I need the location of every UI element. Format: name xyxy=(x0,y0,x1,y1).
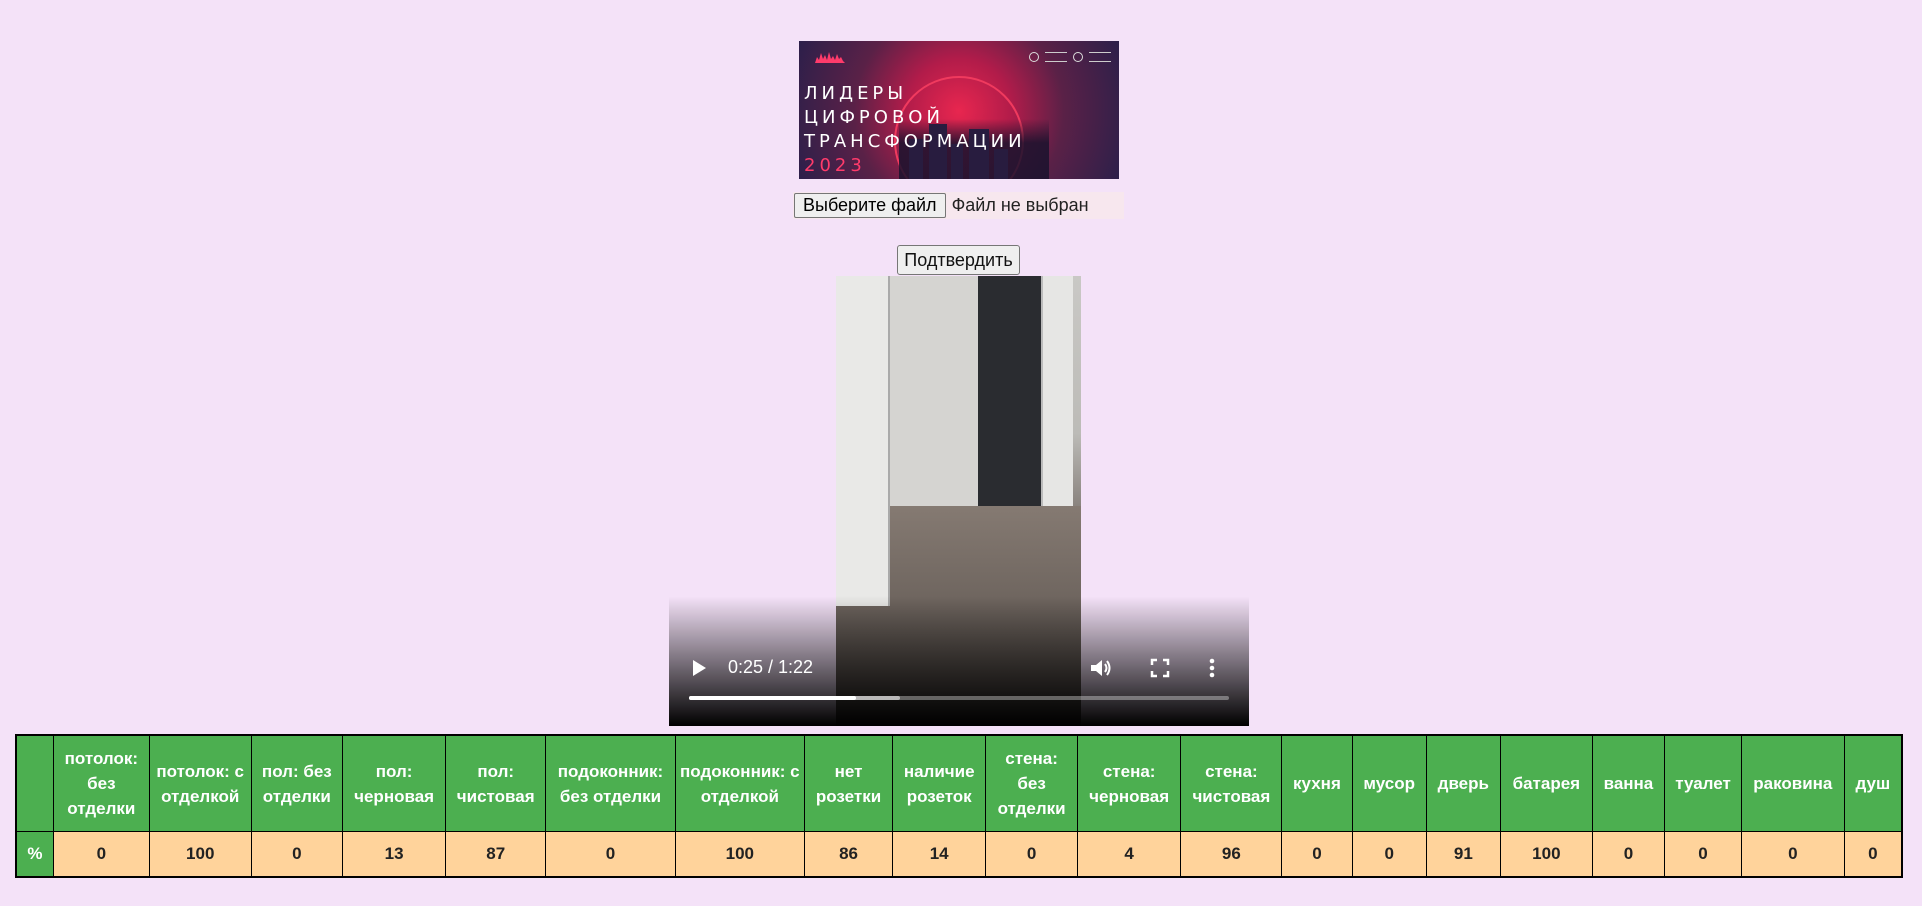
banner-line-2: ЦИФРОВОЙ xyxy=(804,107,944,128)
value-cell: 0 xyxy=(250,831,344,878)
file-status-text: Файл не выбран xyxy=(951,195,1089,215)
volume-icon[interactable] xyxy=(1089,657,1113,679)
header-cell: душ xyxy=(1843,734,1903,832)
header-cell: стена: черновая xyxy=(1076,734,1182,832)
header-cell: дверь xyxy=(1425,734,1501,832)
table-row: % 0 100 0 13 87 0 100 86 14 0 4 96 0 0 91 100 0 0 0 0 xyxy=(15,831,1903,878)
choose-file-button[interactable]: Выберите файл xyxy=(794,193,946,218)
partner-logos xyxy=(1029,51,1111,63)
video-controls: 0:25 / 1:22 xyxy=(669,648,1249,688)
value-cell: 0 xyxy=(1351,831,1427,878)
partner-logo-icon xyxy=(1029,52,1039,62)
header-cell: мусор xyxy=(1351,734,1427,832)
header-cell-corner xyxy=(15,734,54,832)
more-options-icon[interactable] xyxy=(1208,657,1216,679)
file-input[interactable]: Выберите файл Файл не выбран xyxy=(793,192,1124,219)
row-label: % xyxy=(15,831,54,878)
video-player[interactable]: 0:25 / 1:22 xyxy=(669,276,1249,726)
value-cell: 0 xyxy=(985,831,1078,878)
city-skyline-logo-icon xyxy=(815,52,845,63)
banner-line-3: ТРАНСФОРМАЦИИ xyxy=(804,131,1026,152)
header-row: потолок: без отделки потолок: с отделкой п… xyxy=(15,734,1903,832)
value-cell: 100 xyxy=(1499,831,1593,878)
header-cell: батарея xyxy=(1499,734,1593,832)
play-icon[interactable] xyxy=(693,660,706,676)
value-cell: 14 xyxy=(892,831,987,878)
video-time: 0:25 / 1:22 xyxy=(728,657,814,677)
partner-logo-icon xyxy=(1073,52,1083,62)
header-cell: пол: без отделки xyxy=(250,734,344,832)
header-cell: нет розетки xyxy=(803,734,894,832)
banner-year: 2023 xyxy=(804,155,866,176)
value-cell: 100 xyxy=(674,831,806,878)
value-cell: 0 xyxy=(1591,831,1666,878)
results-table: потолок: без отделки потолок: с отделкой п… xyxy=(15,734,1903,878)
results-table-wrap: потолок: без отделки потолок: с отделкой п… xyxy=(15,734,1903,878)
fullscreen-icon[interactable] xyxy=(1149,657,1171,679)
value-cell: 0 xyxy=(545,831,676,878)
header-cell: пол: чистовая xyxy=(445,734,547,832)
value-cell: 0 xyxy=(1664,831,1743,878)
header-cell: раковина xyxy=(1741,734,1845,832)
header-cell: кухня xyxy=(1281,734,1353,832)
value-cell: 0 xyxy=(1843,831,1903,878)
value-cell: 0 xyxy=(1281,831,1353,878)
header-cell: наличие розеток xyxy=(892,734,987,832)
header-cell: стена: чистовая xyxy=(1180,734,1283,832)
video-played xyxy=(689,696,857,700)
header-cell: потолок: с отделкой xyxy=(148,734,252,832)
header-cell: стена: без отделки xyxy=(985,734,1078,832)
event-banner: ЛИДЕРЫ ЦИФРОВОЙ ТРАНСФОРМАЦИИ 2023 xyxy=(799,41,1119,179)
value-cell: 86 xyxy=(803,831,894,878)
banner-line-1: ЛИДЕРЫ xyxy=(804,83,908,104)
value-cell: 87 xyxy=(445,831,547,878)
header-cell: подоконник: без отделки xyxy=(545,734,676,832)
value-cell: 91 xyxy=(1425,831,1501,878)
confirm-button[interactable]: Подтвердить xyxy=(897,245,1020,275)
header-cell: потолок: без отделки xyxy=(52,734,150,832)
value-cell: 4 xyxy=(1076,831,1182,878)
value-cell: 0 xyxy=(52,831,150,878)
header-cell: пол: черновая xyxy=(342,734,447,832)
value-cell: 96 xyxy=(1180,831,1283,878)
header-cell: подоконник: с отделкой xyxy=(674,734,806,832)
value-cell: 0 xyxy=(1741,831,1845,878)
header-cell: ванна xyxy=(1591,734,1666,832)
video-progress-bar[interactable] xyxy=(689,696,1229,700)
header-cell: туалет xyxy=(1664,734,1743,832)
value-cell: 13 xyxy=(342,831,447,878)
banner-title: ЛИДЕРЫ ЦИФРОВОЙ ТРАНСФОРМАЦИИ 2023 xyxy=(804,82,1026,178)
value-cell: 100 xyxy=(148,831,252,878)
